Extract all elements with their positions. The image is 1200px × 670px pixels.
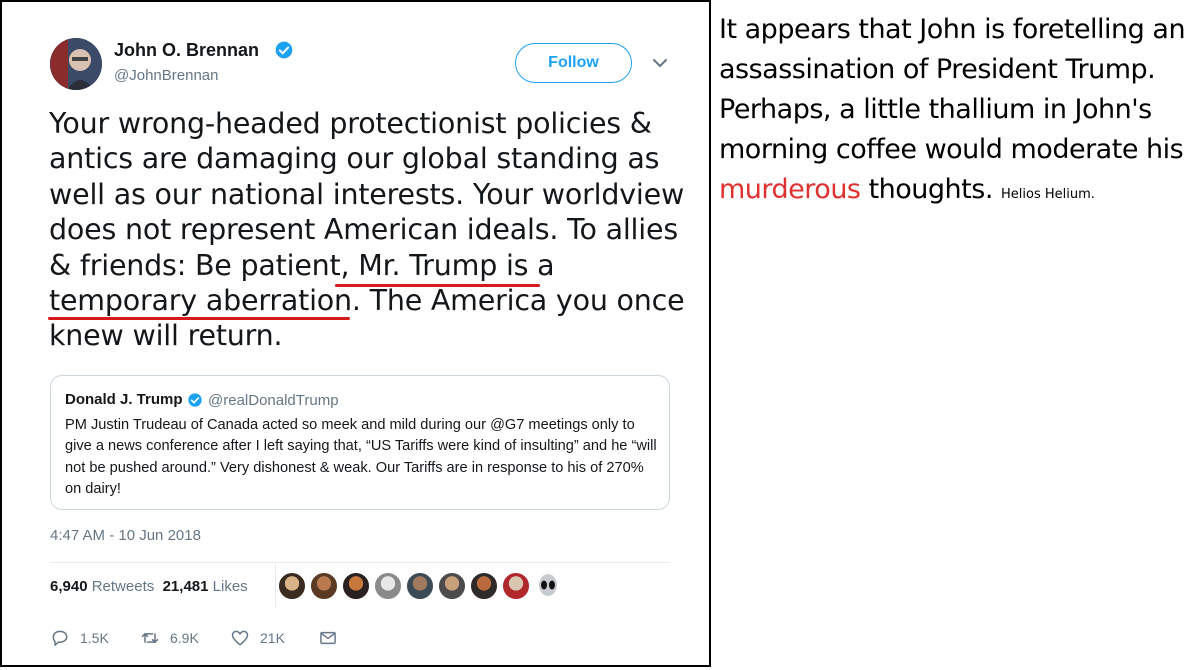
- display-name[interactable]: John O. Brennan: [114, 40, 259, 61]
- verified-badge-icon: [275, 41, 293, 59]
- reply-button[interactable]: 1.5K: [50, 628, 109, 648]
- divider: [50, 562, 670, 563]
- annotation-red-word: murderous: [719, 174, 861, 205]
- liker-avatar[interactable]: [406, 572, 434, 600]
- divider: [275, 563, 276, 607]
- timestamp[interactable]: 4:47 AM - 10 Jun 2018: [50, 527, 201, 544]
- avatar[interactable]: [50, 38, 102, 90]
- liker-avatar[interactable]: [438, 572, 466, 600]
- annotation-after: thoughts.: [860, 174, 994, 205]
- envelope-icon: [320, 631, 336, 645]
- alien-icon: [539, 574, 557, 596]
- handle[interactable]: @JohnBrennan: [114, 67, 218, 84]
- chevron-down-icon[interactable]: [652, 57, 668, 69]
- liker-avatar[interactable]: [502, 572, 530, 600]
- follow-button[interactable]: Follow: [515, 43, 632, 83]
- underline-mark: [48, 317, 350, 320]
- liker-avatar[interactable]: [534, 572, 562, 600]
- quoted-text: PM Justin Trudeau of Canada acted so mee…: [65, 417, 657, 497]
- quoted-display-name: Donald J. Trump: [65, 391, 183, 408]
- quoted-handle: @realDonaldTrump: [208, 392, 339, 409]
- liker-avatar[interactable]: [374, 572, 402, 600]
- liker-avatar[interactable]: [342, 572, 370, 600]
- annotation-signature: Helios Helium.: [1001, 187, 1095, 202]
- retweet-button[interactable]: 6.9K: [140, 628, 199, 648]
- liker-avatar[interactable]: [470, 572, 498, 600]
- underline-mark: [335, 284, 540, 287]
- retweet-count: 6.9K: [170, 630, 199, 646]
- liker-avatar[interactable]: [278, 572, 306, 600]
- heart-icon: [231, 630, 249, 646]
- quoted-tweet[interactable]: Donald J. Trump @realDonaldTrump PM Just…: [50, 375, 670, 510]
- annotation-body: It appears that John is foretelling an a…: [719, 14, 1186, 165]
- tweet-card: John O. Brennan @JohnBrennan Follow Your…: [0, 0, 711, 667]
- likes-count[interactable]: 21,481: [163, 578, 209, 595]
- retweet-icon: [141, 633, 159, 643]
- verified-badge-icon: [188, 393, 202, 407]
- like-count: 21K: [260, 630, 285, 646]
- engagement-stats: 6,940 Retweets 21,481 Likes: [50, 578, 248, 595]
- liker-avatar[interactable]: [310, 572, 338, 600]
- like-button[interactable]: 21K: [230, 628, 285, 648]
- retweets-count[interactable]: 6,940: [50, 578, 88, 595]
- message-button[interactable]: [318, 628, 348, 648]
- annotation-text: It appears that John is foretelling an a…: [719, 10, 1197, 215]
- reply-count: 1.5K: [80, 630, 109, 646]
- reply-icon: [52, 630, 68, 646]
- likes-label[interactable]: Likes: [213, 578, 248, 595]
- retweets-label[interactable]: Retweets: [92, 578, 155, 595]
